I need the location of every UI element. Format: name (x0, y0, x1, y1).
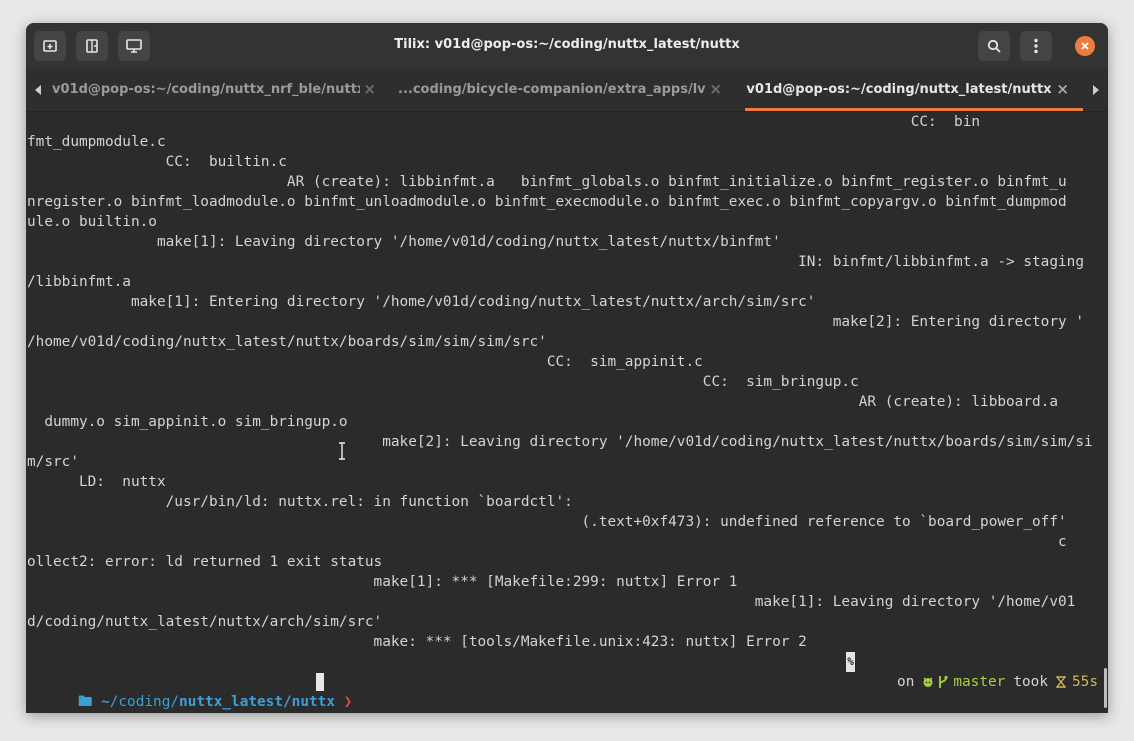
tab-nuttx-latest[interactable]: v01d@pop-os:~/coding/nuttx_latest/nuttx … (745, 69, 1083, 111)
tab-close-button[interactable]: × (363, 80, 376, 98)
prompt-path-current: nuttx_latest/nuttx (179, 694, 335, 710)
prompt-arrow: ❯ (343, 694, 353, 710)
terminal-line: make[1]: Entering directory '/home/v01d/… (27, 294, 816, 310)
folder-icon: 🖿 (77, 694, 93, 710)
mouse-ibeam-cursor-icon (339, 442, 345, 460)
terminal-view[interactable]: CC: bin fmt_dumpmodule.c CC: builtin.c A… (26, 112, 1108, 713)
menu-button[interactable] (1020, 31, 1052, 61)
github-icon (923, 677, 933, 687)
terminal-line: make[1]: *** [Makefile:299: nuttx] Error… (27, 574, 738, 590)
terminal-line: make[1]: Leaving directory '/home/v01d/c… (27, 234, 781, 250)
command-duration: 55s (1072, 674, 1098, 690)
tab-label: ...coding/bicycle-companion/extra_apps/l… (398, 82, 706, 97)
prompt-path: /coding/ (109, 694, 180, 710)
terminal-line: /libbinfmt.a (27, 274, 131, 290)
terminal-line: /usr/bin/ld: nuttx.rel: in function `boa… (27, 494, 573, 510)
on-label: on (897, 674, 915, 690)
terminal-line: nregister.o binfmt_loadmodule.o binfmt_u… (27, 194, 1067, 210)
terminal-line: make[1]: Leaving directory '/home/v01 (27, 594, 1076, 610)
text-cursor (316, 673, 324, 691)
title-bar: Tilix: v01d@pop-os:~/coding/nuttx_latest… (26, 23, 1108, 69)
tilix-window: Tilix: v01d@pop-os:~/coding/nuttx_latest… (26, 23, 1108, 713)
prompt-tilde: ~ (101, 694, 110, 710)
terminal-line: IN: binfmt/libbinfmt.a -> staging (27, 254, 1084, 270)
close-icon (1081, 42, 1089, 50)
terminal-line: LD: nuttx (27, 474, 166, 490)
terminal-line: d/coding/nuttx_latest/nuttx/arch/sim/src… (27, 614, 383, 630)
took-label: took (1013, 674, 1048, 690)
terminal-line: c (27, 534, 1067, 550)
window-title: Tilix: v01d@pop-os:~/coding/nuttx_latest… (394, 37, 740, 52)
partial-line-marker: % (846, 652, 855, 672)
terminal-line: CC: bin (27, 114, 981, 130)
terminal-line: (.text+0xf473): undefined reference to `… (27, 514, 1067, 530)
terminal-line: dummy.o sim_appinit.o sim_bringup.o (27, 414, 348, 430)
terminal-line: AR (create): libbinfmt.a binfmt_globals.… (27, 174, 1067, 190)
terminal-line: ollect2: error: ld returned 1 exit statu… (27, 554, 383, 570)
terminal-line: AR (create): libboard.a (27, 394, 1059, 410)
tab-nuttx-nrf-ble[interactable]: v01d@pop-os:~/coding/nuttx_nrf_ble/nuttx… (52, 69, 390, 111)
terminal-line: make[2]: Entering directory ' (27, 314, 1084, 330)
tab-label: v01d@pop-os:~/coding/nuttx_nrf_ble/nuttx (52, 82, 360, 97)
close-window-button[interactable] (1075, 36, 1095, 56)
scroll-tabs-right-button[interactable] (1089, 83, 1103, 97)
hourglass-icon (1056, 676, 1066, 688)
terminal-scrollbar[interactable] (1104, 668, 1107, 708)
terminal-line: make: *** [tools/Makefile.unix:423: nutt… (27, 634, 807, 650)
tab-bar: v01d@pop-os:~/coding/nuttx_nrf_ble/nuttx… (26, 69, 1108, 112)
terminal-line: CC: sim_appinit.c (27, 354, 703, 370)
search-button[interactable] (978, 31, 1010, 61)
tab-close-button[interactable]: × (1056, 80, 1069, 98)
terminal-line: /home/v01d/coding/nuttx_latest/nuttx/boa… (27, 334, 547, 350)
terminal-line: ule.o builtin.o (27, 214, 157, 230)
terminal-line: CC: sim_bringup.c (27, 374, 859, 390)
shell-prompt: 🖿 ~/coding/nuttx_latest/nuttx ❯ (26, 672, 352, 710)
terminal-line: fmt_dumpmodule.c (27, 134, 166, 150)
tab-bicycle-companion[interactable]: ...coding/bicycle-companion/extra_apps/l… (398, 69, 736, 111)
terminal-line: m/src' (27, 454, 79, 470)
search-icon (987, 39, 1001, 53)
active-tab-indicator (745, 108, 1083, 111)
tab-close-button[interactable]: × (709, 80, 722, 98)
right-prompt: on master took 55s (897, 672, 1098, 692)
terminal-line: make[2]: Leaving directory '/home/v01d/c… (27, 434, 1093, 450)
chevron-left-icon (35, 85, 41, 95)
git-branch-icon (939, 675, 948, 688)
chevron-right-icon (1093, 85, 1099, 95)
scroll-tabs-left-button[interactable] (31, 83, 45, 97)
menu-icon (1034, 38, 1038, 54)
tab-label: v01d@pop-os:~/coding/nuttx_latest/nuttx (746, 82, 1052, 97)
git-branch-name: master (953, 674, 1006, 690)
terminal-line: CC: builtin.c (27, 154, 287, 170)
